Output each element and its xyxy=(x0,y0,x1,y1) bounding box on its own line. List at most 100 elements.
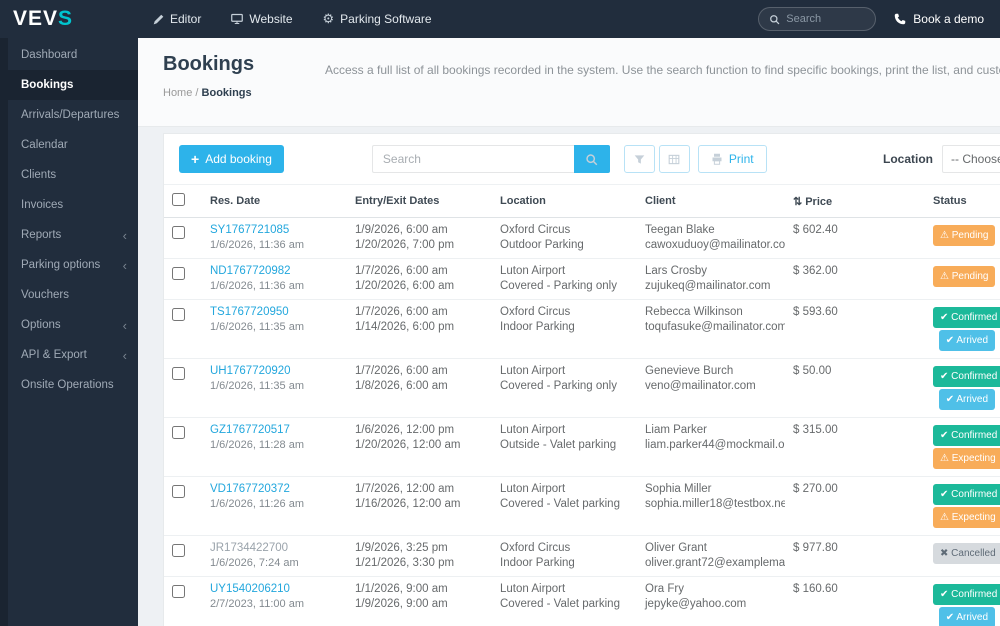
sidebar-item-label: Reports xyxy=(21,229,62,241)
topbar-search-input[interactable] xyxy=(786,13,857,25)
select-all-checkbox[interactable] xyxy=(172,193,185,206)
row-checkbox[interactable] xyxy=(172,585,185,598)
filter-button[interactable] xyxy=(623,145,655,173)
status-cell: ✖ Cancelled xyxy=(925,535,1000,577)
sidebar-item[interactable]: Options ‹ xyxy=(8,310,138,340)
col-entry-exit[interactable]: Entry/Exit Dates xyxy=(347,184,492,218)
chevron-left-icon: ‹ xyxy=(122,257,127,273)
search-input[interactable] xyxy=(371,145,574,173)
topbar-search[interactable] xyxy=(758,7,877,31)
sidebar-item[interactable]: Parking options ‹ xyxy=(8,250,138,280)
add-booking-button[interactable]: + Add booking xyxy=(179,145,284,173)
sidebar-item[interactable]: Arrivals/Departures xyxy=(8,100,138,130)
row-checkbox[interactable] xyxy=(172,226,185,239)
booking-id-link[interactable]: ND1767720982 xyxy=(210,265,291,277)
col-location[interactable]: Location xyxy=(492,184,637,218)
sidebar-item[interactable]: Dashboard xyxy=(8,40,138,70)
client-name: Liam Parker xyxy=(645,424,707,436)
breadcrumb-home[interactable]: Home xyxy=(163,87,192,99)
price-value: $ 270.00 xyxy=(785,476,925,536)
table-row: JR1734422700 1/6/2026, 7:24 am 1/9/2026,… xyxy=(164,535,1000,577)
sidebar-item-label: API & Export xyxy=(21,349,87,361)
sidebar-item[interactable]: Calendar xyxy=(8,130,138,160)
sidebar-item[interactable]: Invoices xyxy=(8,190,138,220)
table-row: TS1767720950 1/6/2026, 11:35 am 1/7/2026… xyxy=(164,299,1000,359)
print-button[interactable]: Print xyxy=(697,145,767,173)
booking-id-link[interactable]: UH1767720920 xyxy=(210,365,291,377)
location-name: Luton Airport xyxy=(500,265,566,277)
menu-parking-software-label: Parking Software xyxy=(340,12,432,26)
booking-id-link[interactable]: SY1767721085 xyxy=(210,224,289,236)
reservation-date: 1/6/2026, 11:26 am xyxy=(210,498,304,510)
menu-parking-software[interactable]: ⚙ Parking Software xyxy=(308,0,447,38)
search-icon xyxy=(585,153,598,166)
row-checkbox[interactable] xyxy=(172,485,185,498)
breadcrumb: Home / Bookings xyxy=(163,87,280,99)
client-name: Lars Crosby xyxy=(645,265,707,277)
booking-id-link[interactable]: JR1734422700 xyxy=(210,542,288,554)
exit-date: 1/21/2026, 3:30 pm xyxy=(355,557,455,569)
sidebar-item-label: Options xyxy=(21,319,61,331)
entry-date: 1/7/2026, 6:00 am xyxy=(355,265,448,277)
main-content: Bookings Home / Bookings Access a full l… xyxy=(138,38,1000,626)
table-tools xyxy=(623,145,690,173)
status-badge: ✔ Confirmed xyxy=(933,425,1000,446)
row-checkbox[interactable] xyxy=(172,426,185,439)
location-label: Location xyxy=(883,152,933,166)
status-badge: ✔ Confirmed xyxy=(933,366,1000,387)
table-row: VD1767720372 1/6/2026, 11:26 am 1/7/2026… xyxy=(164,476,1000,536)
topbar: VEVS Editor Website ⚙ Parking Software B… xyxy=(0,0,1000,38)
sidebar-item[interactable]: API & Export ‹ xyxy=(8,340,138,370)
client-email: toqufasuke@mailinator.com xyxy=(645,321,785,333)
row-checkbox[interactable] xyxy=(172,544,185,557)
client-email: oliver.grant72@examplemail.com xyxy=(645,557,785,569)
location-select[interactable]: -- Choose -- xyxy=(942,145,1000,173)
booking-id-link[interactable]: GZ1767720517 xyxy=(210,424,290,436)
client-email: zujukeq@mailinator.com xyxy=(645,280,771,292)
row-checkbox[interactable] xyxy=(172,308,185,321)
search-button[interactable] xyxy=(573,145,610,173)
sidebar-item[interactable]: Bookings xyxy=(8,70,138,100)
row-checkbox[interactable] xyxy=(172,367,185,380)
location-name: Luton Airport xyxy=(500,424,566,436)
topbar-right: Book a demo xyxy=(758,7,1000,31)
pencil-icon xyxy=(153,14,164,25)
add-booking-label: Add booking xyxy=(205,152,272,166)
booking-id-link[interactable]: VD1767720372 xyxy=(210,483,290,495)
monitor-icon xyxy=(231,13,244,25)
book-demo-button[interactable]: Book a demo xyxy=(894,12,984,26)
reservation-date: 2/7/2023, 11:00 am xyxy=(210,598,304,610)
location-filter: Location -- Choose -- xyxy=(883,145,1000,173)
plus-icon: + xyxy=(191,151,200,167)
location-name: Luton Airport xyxy=(500,583,566,595)
booking-id-link[interactable]: TS1767720950 xyxy=(210,306,289,318)
location-type: Indoor Parking xyxy=(500,321,575,333)
sidebar: Dashboard Bookings Arrivals/Departures C… xyxy=(8,38,138,626)
menu-editor[interactable]: Editor xyxy=(138,0,216,38)
sidebar-item[interactable]: Clients xyxy=(8,160,138,190)
chevron-left-icon: ‹ xyxy=(122,347,127,363)
vevs-logo[interactable]: VEVS xyxy=(0,7,138,31)
client-name: Oliver Grant xyxy=(645,542,707,554)
location-type: Outdoor Parking xyxy=(500,239,584,251)
location-type: Outside - Valet parking xyxy=(500,439,617,451)
sidebar-item[interactable]: Onsite Operations xyxy=(8,370,138,400)
client-name: Sophia Miller xyxy=(645,483,712,495)
sidebar-item-label: Dashboard xyxy=(21,49,78,61)
status-badge: ✔ Confirmed xyxy=(933,484,1000,505)
entry-date: 1/7/2026, 12:00 am xyxy=(355,483,455,495)
columns-button[interactable] xyxy=(658,145,690,173)
col-status[interactable]: Status xyxy=(925,184,1000,218)
phone-icon xyxy=(894,13,906,25)
sidebar-item[interactable]: Reports ‹ xyxy=(8,220,138,250)
col-price[interactable]: ⇅ Price xyxy=(785,184,925,218)
col-client[interactable]: Client xyxy=(637,184,785,218)
booking-id-link[interactable]: UY1540206210 xyxy=(210,583,290,595)
sidebar-edge-strip xyxy=(0,38,8,626)
search-icon xyxy=(769,14,780,25)
menu-website[interactable]: Website xyxy=(216,0,307,38)
table-toolbar: + Add booking Print xyxy=(164,134,1000,184)
col-res-date[interactable]: Res. Date xyxy=(202,184,347,218)
sidebar-item[interactable]: Vouchers xyxy=(8,280,138,310)
row-checkbox[interactable] xyxy=(172,267,185,280)
